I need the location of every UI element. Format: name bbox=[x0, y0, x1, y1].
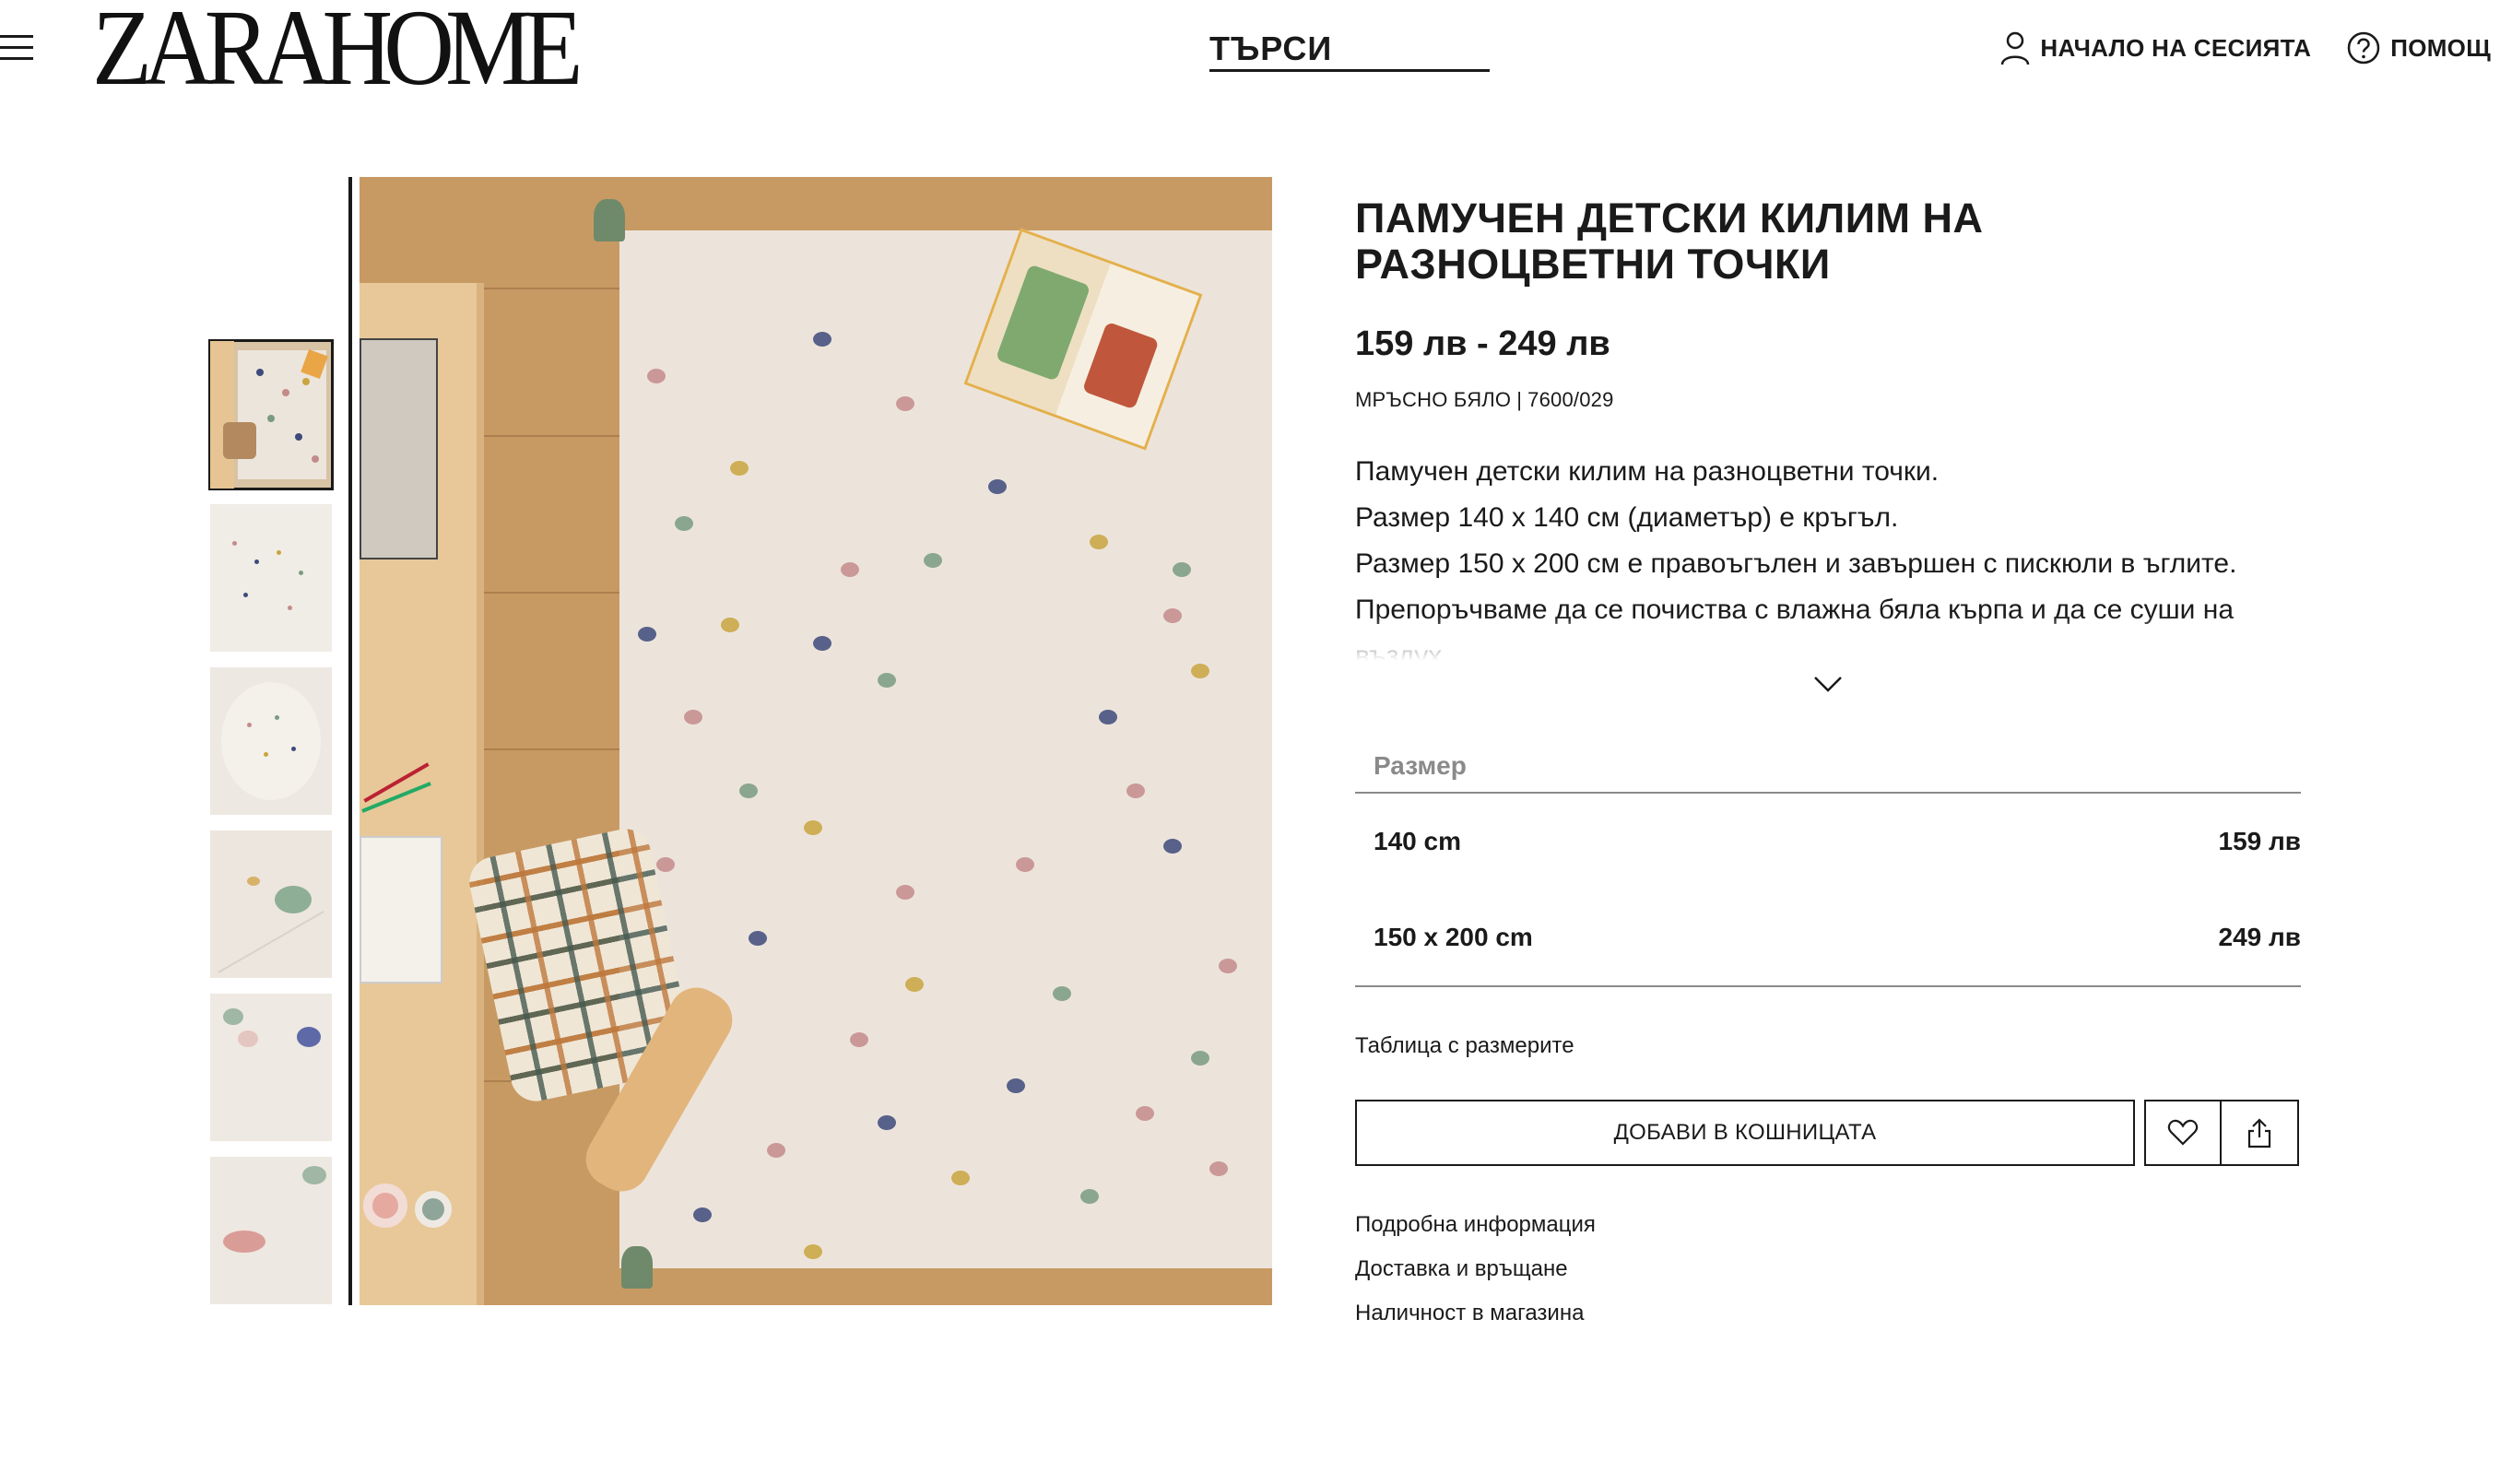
thumbnail-5[interactable] bbox=[210, 994, 332, 1141]
hamburger-menu-icon[interactable] bbox=[0, 35, 37, 63]
purchase-actions: ДОБАВИ В КОШНИЦАТА bbox=[1355, 1100, 2301, 1166]
chevron-down-icon[interactable] bbox=[1811, 670, 1845, 698]
thumbnail-2[interactable] bbox=[210, 504, 332, 652]
desk bbox=[360, 283, 484, 1305]
size-option-price: 159 лв bbox=[2218, 827, 2302, 855]
thumbnail-3[interactable] bbox=[210, 667, 332, 815]
help-label: ПОМОЩ bbox=[2390, 33, 2491, 62]
size-guide-link[interactable]: Таблица с размерите bbox=[1355, 1033, 2301, 1059]
size-header: Размер bbox=[1355, 751, 2301, 794]
site-header: ZARAHOME ТЪРСИ НАЧАЛО НА СЕСИЯТА ПОМОЩ bbox=[0, 0, 2500, 102]
description-line: Размер 140 x 140 см (диаметър) е кръгъл. bbox=[1355, 502, 1899, 533]
description-line: Памучен детски килим на разноцветни точк… bbox=[1355, 456, 1940, 487]
chair bbox=[465, 824, 743, 1202]
share-button[interactable] bbox=[2222, 1100, 2299, 1166]
rug bbox=[619, 230, 1272, 1268]
thumbnail-list bbox=[208, 339, 334, 1320]
thumbnail-6[interactable] bbox=[210, 1157, 332, 1304]
size-option-150x200[interactable]: 150 x 200 cm 249 лв bbox=[1355, 889, 2301, 985]
info-links: Подробна информация Доставка и връщане Н… bbox=[1355, 1203, 2301, 1336]
heart-icon bbox=[2167, 1119, 2199, 1146]
product-price: 159 лв - 249 лв bbox=[1355, 324, 1610, 363]
description-line: Размер 150 x 200 см е правоъгълен и завъ… bbox=[1355, 548, 2237, 579]
help-link[interactable]: ПОМОЩ bbox=[2346, 30, 2491, 65]
details-link[interactable]: Подробна информация bbox=[1355, 1203, 2301, 1247]
zara-home-logo[interactable]: ZARAHOME bbox=[92, 0, 583, 102]
product-info: ПАМУЧЕН ДЕТСКИ КИЛИМ НА РАЗНОЦВЕТНИ ТОЧК… bbox=[1355, 195, 2301, 1336]
user-icon bbox=[2001, 31, 2030, 65]
product-title: ПАМУЧЕН ДЕТСКИ КИЛИМ НА РАЗНОЦВЕТНИ ТОЧК… bbox=[1355, 194, 1984, 288]
size-option-140[interactable]: 140 cm 159 лв bbox=[1355, 794, 2301, 889]
add-to-cart-button[interactable]: ДОБАВИ В КОШНИЦАТА bbox=[1355, 1100, 2135, 1166]
login-link[interactable]: НАЧАЛО НА СЕСИЯТА bbox=[1999, 30, 2311, 65]
size-option-label: 140 cm bbox=[1374, 827, 1461, 855]
size-option-label: 150 x 200 cm bbox=[1374, 923, 1533, 951]
product-main-image[interactable] bbox=[360, 177, 1272, 1305]
store-availability-link[interactable]: Наличност в магазина bbox=[1355, 1291, 2301, 1336]
thumbnail-1[interactable] bbox=[208, 339, 334, 490]
product-description: Памучен детски килим на разноцветни точк… bbox=[1355, 449, 2301, 661]
search-field[interactable]: ТЪРСИ bbox=[1209, 26, 1490, 72]
shipping-returns-link[interactable]: Доставка и връщане bbox=[1355, 1247, 2301, 1291]
wishlist-button[interactable] bbox=[2144, 1100, 2222, 1166]
login-label: НАЧАЛО НА СЕСИЯТА bbox=[2040, 33, 2312, 62]
thumbnail-4[interactable] bbox=[210, 830, 332, 978]
gallery-scroll-indicator bbox=[348, 177, 352, 1305]
description-line: Препоръчваме да се почиства с влажна бял… bbox=[1355, 595, 2235, 661]
product-reference: 7600/029 bbox=[1527, 388, 1614, 411]
header-actions: НАЧАЛО НА СЕСИЯТА ПОМОЩ bbox=[1999, 28, 2491, 68]
size-list: 140 cm 159 лв 150 x 200 cm 249 лв bbox=[1355, 794, 2301, 987]
color-reference: МРЪСНО БЯЛО | 7600/029 bbox=[1355, 388, 1614, 411]
help-icon bbox=[2347, 31, 2380, 65]
share-icon bbox=[2247, 1118, 2271, 1148]
product-color: МРЪСНО БЯЛО bbox=[1355, 388, 1512, 411]
size-option-price: 249 лв bbox=[2218, 923, 2302, 951]
search-label: ТЪРСИ bbox=[1209, 29, 1333, 67]
size-selector: Размер 140 cm 159 лв 150 x 200 cm 249 лв bbox=[1355, 751, 2301, 987]
